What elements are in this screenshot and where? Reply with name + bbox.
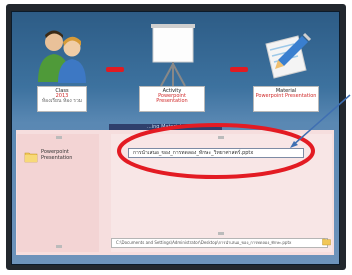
highlight-ellipse bbox=[117, 123, 315, 179]
pointer-arrow bbox=[291, 94, 351, 147]
annotation-overlay bbox=[117, 94, 351, 179]
